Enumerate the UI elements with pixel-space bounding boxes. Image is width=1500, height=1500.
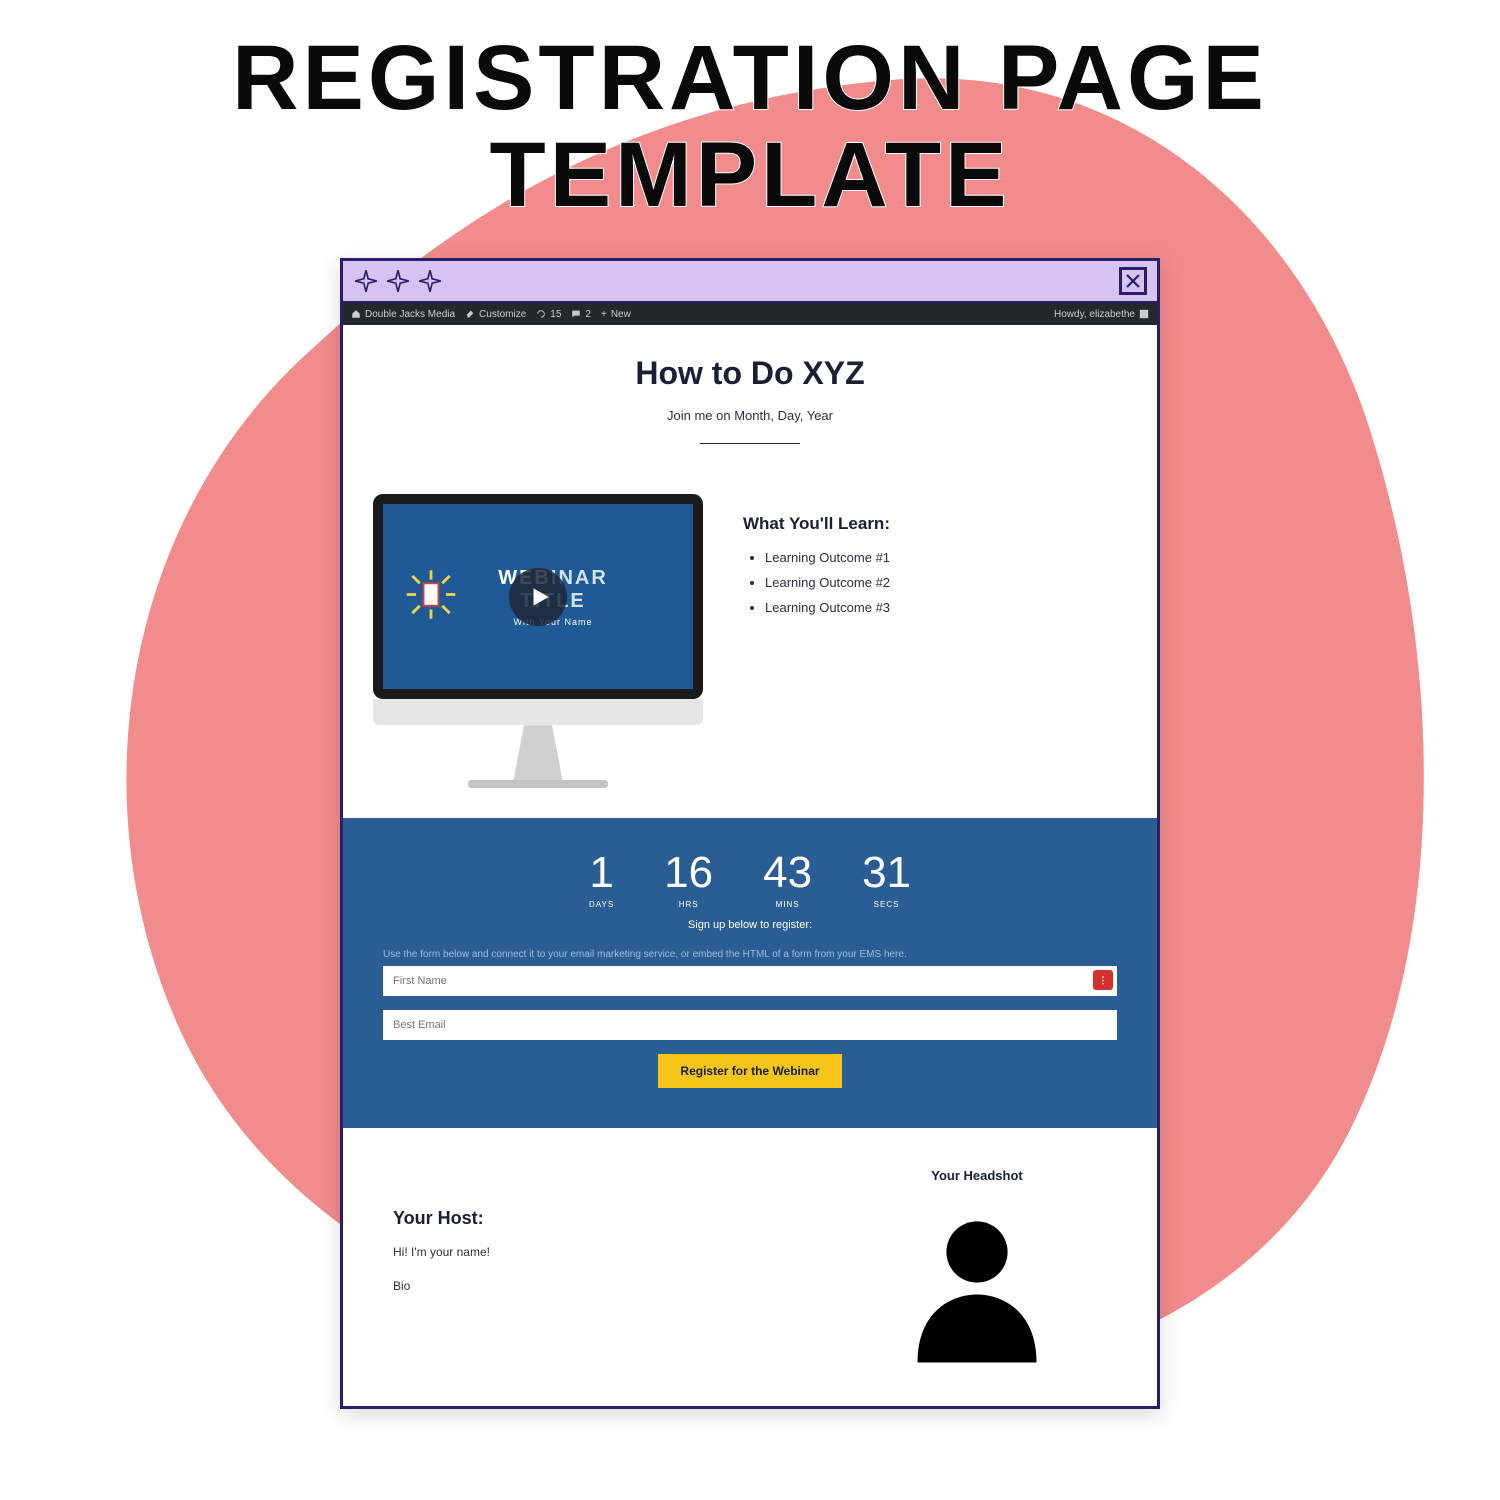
person-icon [892,1201,1062,1371]
list-item: Learning Outcome #2 [765,571,1107,596]
browser-decoration-stars [353,268,443,294]
hero-section: How to Do XYZ Join me on Month, Day, Yea… [343,325,1157,454]
adminbar-site[interactable]: Double Jacks Media [351,309,455,320]
brush-icon [465,309,475,319]
host-bio: Bio [393,1279,807,1293]
home-icon [351,309,361,319]
wp-admin-bar: Double Jacks Media Customize 15 2 + New [343,303,1157,325]
register-button[interactable]: Register for the Webinar [658,1054,841,1088]
page-heading: REGISTRATION PAGE TEMPLATE [0,0,1500,223]
adminbar-greeting[interactable]: Howdy, elizabethe [1054,309,1149,320]
avatar-icon [1139,309,1149,319]
list-item: Learning Outcome #1 [765,546,1107,571]
form-helper-text: Use the form below and connect it to you… [383,949,1117,960]
adminbar-comments[interactable]: 2 [571,309,591,320]
video-thumbnail[interactable]: WEBINAR TITLE With Your Name [373,494,703,788]
signup-note: Sign up below to register: [383,919,1117,931]
countdown-timer: 1DAYS 16HRS 43MINS 31SECS [383,848,1117,909]
page-subtitle: Join me on Month, Day, Year [343,408,1157,423]
countdown-mins: 43 [763,848,812,898]
browser-titlebar [343,261,1157,303]
heading-line2: TEMPLATE [0,127,1500,224]
host-section: Your Host: Hi! I'm your name! Bio Your H… [343,1128,1157,1406]
host-heading: Your Host: [393,1208,807,1229]
countdown-secs: 31 [862,848,911,898]
host-intro: Hi! I'm your name! [393,1245,807,1259]
registration-section: 1DAYS 16HRS 43MINS 31SECS Sign up below … [343,818,1157,1128]
headshot-caption: Your Headshot [847,1168,1107,1183]
field-action-badge[interactable]: ⋮ [1093,970,1113,990]
adminbar-customize[interactable]: Customize [465,309,526,320]
comment-icon [571,309,581,319]
plus-icon: + [601,309,607,320]
headshot-placeholder [847,1201,1107,1376]
close-icon [1124,272,1142,290]
list-item: Learning Outcome #3 [765,596,1107,621]
learn-heading: What You'll Learn: [743,514,1107,534]
adminbar-updates[interactable]: 15 [536,309,561,320]
learn-section: What You'll Learn: Learning Outcome #1 L… [743,494,1107,620]
page-title: How to Do XYZ [343,355,1157,392]
sparkle-icon [417,268,443,294]
play-icon [527,584,553,610]
refresh-icon [536,309,546,319]
close-button[interactable] [1119,267,1147,295]
browser-window: Double Jacks Media Customize 15 2 + New [340,258,1160,1409]
divider [700,443,800,444]
burst-icon [403,566,459,627]
sparkle-icon [353,268,379,294]
heading-line1: REGISTRATION PAGE [232,27,1268,129]
countdown-days: 1 [589,848,614,898]
email-field[interactable] [383,1010,1117,1040]
play-button[interactable] [509,568,567,626]
sparkle-icon [385,268,411,294]
first-name-field[interactable] [383,966,1117,996]
countdown-hrs: 16 [664,848,713,898]
adminbar-new[interactable]: + New [601,309,631,320]
